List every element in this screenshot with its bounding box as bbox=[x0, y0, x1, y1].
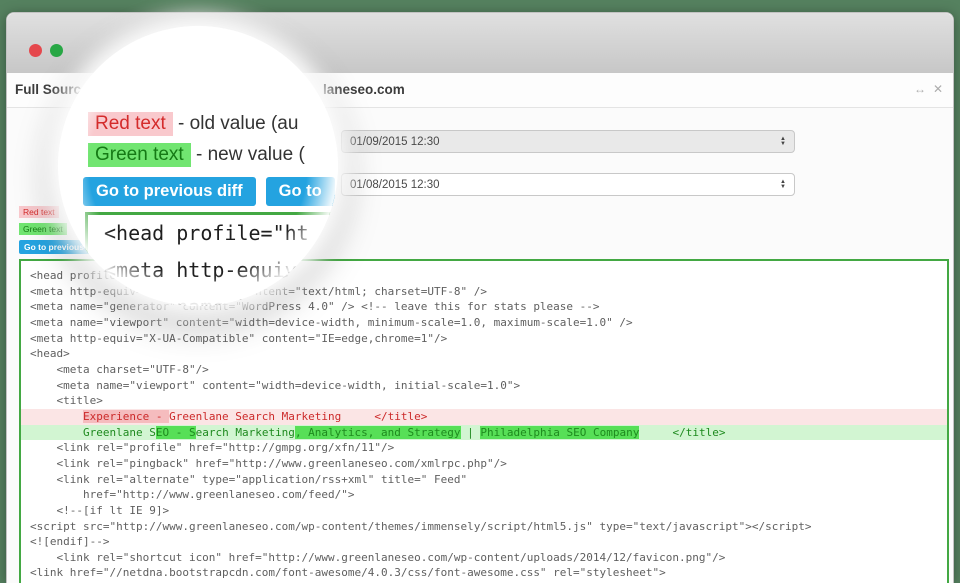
dialog-title-prefix: Full Sourc bbox=[15, 82, 82, 97]
magnified-code-line: <head profile="ht bbox=[104, 221, 309, 245]
go-previous-diff-button-magnified[interactable]: Go to previous diff bbox=[83, 177, 256, 206]
code-line: <link rel="shortcut icon" href="http://w… bbox=[30, 550, 726, 564]
magnified-source-panel: <head profile="ht <meta http-equiv <meta… bbox=[85, 212, 338, 306]
magnifier-circle: Red text - old value (au Green text - ne… bbox=[58, 26, 338, 306]
select-stepper-icon: ▲ ▼ bbox=[780, 178, 786, 190]
dialog-title-suffix: laneseo.com bbox=[323, 82, 405, 97]
date-select-new[interactable]: 01/09/2015 12:30 ▲ ▼ bbox=[341, 130, 795, 153]
code-line: <meta charset="UTF-8"/> bbox=[30, 362, 209, 376]
zoom-traffic-light[interactable] bbox=[50, 44, 63, 57]
code-line: <meta name="viewport" content="width=dev… bbox=[30, 378, 521, 392]
magnified-red-legend-desc: - old value (au bbox=[172, 113, 299, 134]
magnified-code-line: <meta http-equiv bbox=[104, 258, 297, 282]
diff-removed-highlight: Experience - bbox=[82, 409, 170, 423]
go-next-diff-button-magnified[interactable]: Go to bbox=[265, 177, 335, 206]
date-select-old-value: 01/08/2015 12:30 bbox=[350, 178, 440, 191]
legend-red-chip: Red text bbox=[19, 206, 59, 218]
code-line: <head> bbox=[30, 347, 70, 361]
code-line: <link href="//netdna.bootstrapcdn.com/fo… bbox=[30, 566, 666, 580]
code-line: <![endif]--> bbox=[30, 535, 110, 549]
resize-icon[interactable]: ↔ bbox=[914, 82, 926, 96]
source-diff-panel[interactable]: <head profile="http://gmpg.org/xfn/11"> … bbox=[19, 259, 949, 583]
code-line: <link rel="pingback" href="http://www.gr… bbox=[30, 456, 507, 470]
magnified-code-line: <meta name="ge bbox=[88, 289, 338, 306]
select-stepper-icon: ▲ ▼ bbox=[780, 135, 786, 147]
code-line: <link rel="alternate" type="application/… bbox=[30, 472, 468, 486]
close-icon[interactable]: ✕ bbox=[933, 82, 943, 96]
date-select-old[interactable]: 01/08/2015 12:30 ▲ ▼ bbox=[341, 173, 795, 196]
code-line: <!--[if lt IE 9]> bbox=[30, 503, 170, 517]
code-line: <meta http-equiv="X-UA-Compatible" conte… bbox=[30, 331, 448, 345]
diff-added-highlight: EO - S bbox=[155, 425, 196, 439]
date-select-new-value: 01/09/2015 12:30 bbox=[350, 135, 440, 148]
diff-added-highlight: , Analytics, and Strategy bbox=[294, 425, 461, 439]
code-line: <link rel="profile" href="http://gmpg.or… bbox=[30, 441, 395, 455]
magnified-red-legend-chip: Red text bbox=[88, 112, 173, 136]
diff-removed-line: Experience - Greenlane Search Marketing … bbox=[21, 408, 947, 425]
source-code: <head profile="http://gmpg.org/xfn/11"> … bbox=[21, 261, 947, 583]
code-line: <script src="http://www.greenlaneseo.com… bbox=[30, 519, 812, 533]
magnified-green-legend-chip: Green text bbox=[88, 143, 191, 167]
diff-added-line: Greenlane SEO - Search Marketing, Analyt… bbox=[21, 424, 947, 441]
legend-green-chip: Green text bbox=[19, 223, 67, 235]
page-backdrop: Full Sourc laneseo.com ↔ ✕ 01/09/2015 12… bbox=[0, 0, 960, 583]
code-line: <meta name="viewport" content="width=dev… bbox=[30, 315, 633, 329]
magnified-green-legend-desc: - new value ( bbox=[190, 144, 305, 165]
code-line: href="http://www.greenlaneseo.com/feed/"… bbox=[30, 488, 355, 502]
close-traffic-light[interactable] bbox=[29, 44, 42, 57]
code-line: <title> bbox=[30, 394, 103, 408]
diff-added-highlight: Philadelphia SEO Company bbox=[480, 425, 640, 439]
